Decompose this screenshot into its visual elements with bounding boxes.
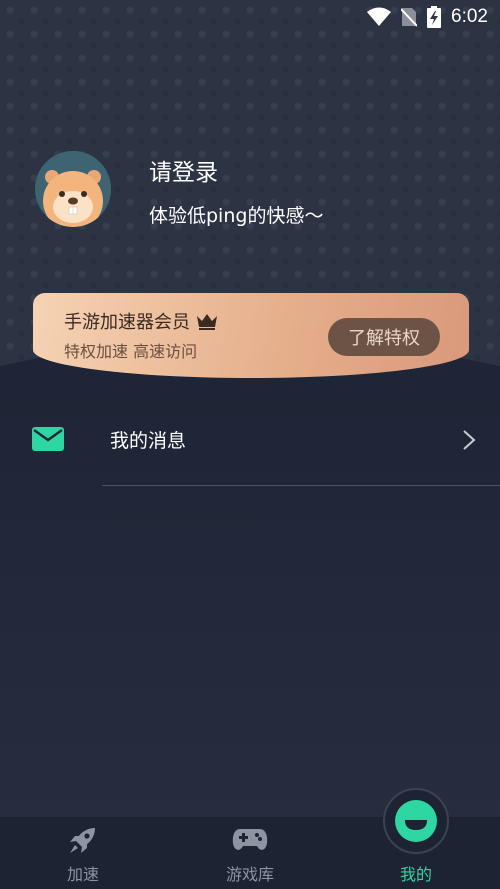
nav-label-mine: 我的 (399, 865, 432, 884)
vip-title: 手游加速器会员 (64, 312, 190, 333)
status-time: 6:02 (451, 6, 488, 27)
nav-mine-bubble[interactable] (383, 788, 449, 854)
my-messages-label: 我的消息 (110, 430, 187, 452)
vip-learn-more-button[interactable]: 了解特权 (328, 318, 440, 356)
nav-tab-game-library[interactable]: 游戏库 (210, 817, 290, 889)
divider (102, 485, 500, 486)
face-icon (395, 800, 437, 842)
login-subtitle: 体验低ping的快感～ (149, 205, 324, 227)
beaver-avatar-icon (35, 151, 111, 227)
chevron-right-icon (463, 430, 476, 450)
my-messages-row[interactable]: 我的消息 (0, 400, 500, 478)
face-icon-glyph (405, 820, 427, 830)
login-title[interactable]: 请登录 (149, 153, 218, 187)
no-sim-icon (401, 8, 418, 27)
nav-label-game-library: 游戏库 (225, 865, 274, 884)
vip-card[interactable]: 手游加速器会员 特权加速 高速访问 了解特权 (33, 293, 469, 378)
vip-title-row: 手游加速器会员 (64, 308, 218, 334)
crown-icon (197, 314, 217, 330)
gamepad-icon (232, 829, 268, 850)
nav-label-accelerate: 加速 (66, 865, 99, 884)
mail-icon (32, 427, 64, 451)
battery-charging-icon (427, 6, 442, 28)
nav-tab-accelerate[interactable]: 加速 (43, 817, 123, 889)
wifi-icon (367, 7, 392, 26)
rocket-icon (70, 828, 95, 853)
vip-subtitle: 特权加速 高速访问 (64, 342, 198, 361)
status-bar: 6:02 (0, 0, 500, 34)
avatar[interactable] (35, 151, 111, 227)
